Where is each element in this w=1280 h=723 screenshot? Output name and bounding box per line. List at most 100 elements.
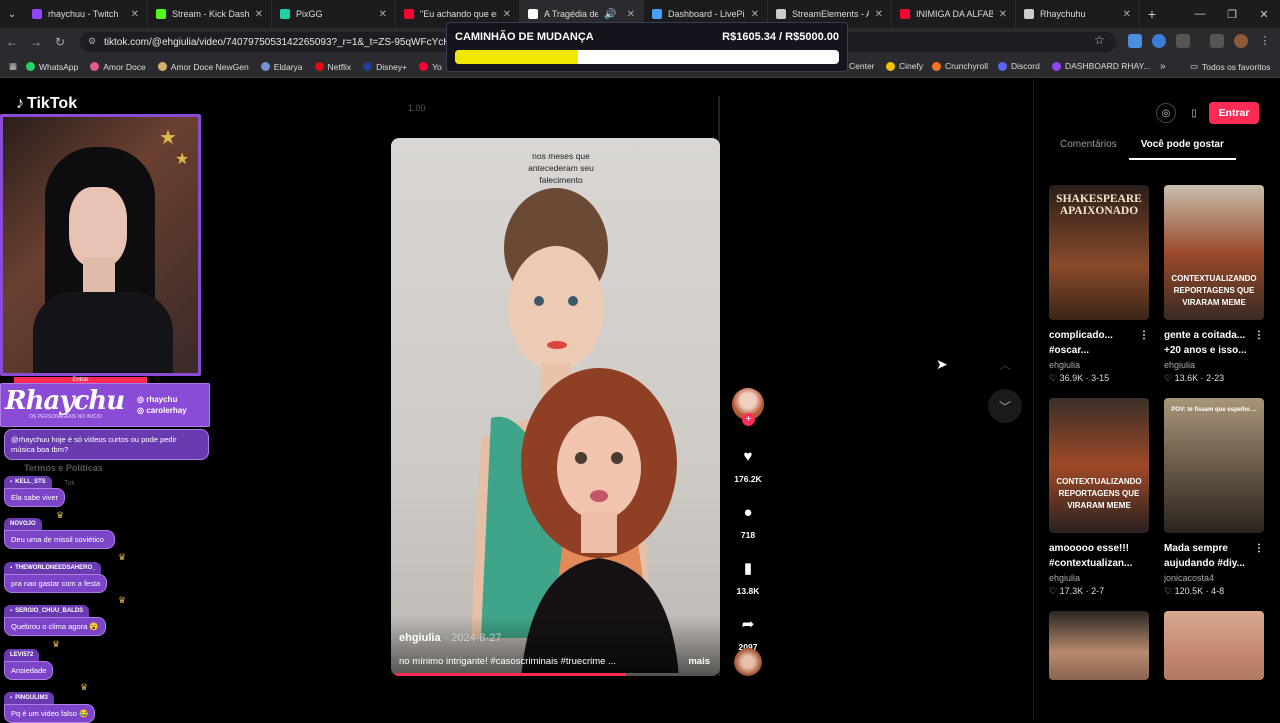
recommendation-card[interactable]: POV: te fissam que espelho ... Mada semp…: [1164, 398, 1264, 597]
bookmark[interactable]: Yo: [419, 62, 442, 72]
close-icon[interactable]: ✕: [627, 9, 635, 20]
chat-message: ▪ THEWORLDNEEDSAHERO_ pra nao gastar com a…: [4, 552, 126, 593]
next-video-icon[interactable]: ﹀: [988, 389, 1022, 423]
card-author[interactable]: jonicacosta4: [1164, 573, 1264, 583]
thumbnail-caption: SHAKESPEARE APAIXONADO: [1056, 193, 1142, 217]
tab[interactable]: Stream - Kick Dashbo ✕: [148, 0, 272, 28]
puzzle-icon[interactable]: [1176, 34, 1190, 48]
bookmark[interactable]: Discord: [998, 61, 1040, 71]
chat-username: ▪ KELL_STS: [4, 476, 52, 488]
tab[interactable]: INIMIGA DA ALFABET ✕: [892, 0, 1016, 28]
recommendation-card[interactable]: CONTEXTUALIZANDO REPORTAGENS QUE VIRARAM…: [1049, 398, 1149, 597]
crown-icon: ♛: [118, 552, 127, 562]
creator-avatar[interactable]: +: [732, 388, 764, 426]
chat-message: ▪ SERGIO_CHUU_BALDS Quebrou o clima agora …: [4, 595, 126, 636]
bookmark[interactable]: Center: [849, 61, 875, 71]
more-options-icon[interactable]: ⋮: [1254, 328, 1264, 358]
bookmark[interactable]: DASHBOARD RHAY...: [1052, 61, 1150, 71]
close-icon[interactable]: ✕: [751, 9, 759, 20]
tab-you-may-like[interactable]: Você pode gostar: [1128, 138, 1236, 160]
bookmark[interactable]: Netflix: [314, 62, 351, 72]
site-info-icon[interactable]: ⚙: [88, 36, 96, 47]
card-author[interactable]: ehgiulia: [1049, 360, 1149, 370]
folder-icon: ▭: [1190, 61, 1199, 71]
card-slides: 2-7: [1091, 586, 1105, 596]
forward-icon[interactable]: →: [24, 28, 48, 56]
media-icon[interactable]: [1210, 34, 1224, 48]
close-icon[interactable]: ✕: [999, 9, 1007, 20]
device-icon[interactable]: ▯: [1184, 103, 1204, 123]
comment-button[interactable]: ● 718: [736, 500, 760, 541]
tab-search-icon[interactable]: ⌄: [0, 0, 24, 28]
bookmark-star-icon[interactable]: ☆: [1094, 33, 1105, 47]
tab-comments[interactable]: Comentários: [1048, 138, 1129, 160]
bookmark[interactable]: Amor Doce: [90, 62, 146, 72]
more-button[interactable]: mais: [688, 656, 710, 667]
bookmarks-overflow-icon[interactable]: »: [1160, 61, 1166, 72]
close-icon[interactable]: ✕: [875, 9, 883, 20]
bookmark[interactable]: Cinefy: [886, 61, 923, 71]
tab[interactable]: Rhaychuhu ✕: [1016, 0, 1140, 28]
new-tab-button[interactable]: +: [1140, 6, 1164, 22]
recommendation-card[interactable]: CONTEXTUALIZANDO REPORTAGENS QUE VIRARAM…: [1164, 185, 1264, 384]
card-slides: 2-23: [1206, 373, 1225, 383]
close-icon[interactable]: ✕: [131, 9, 139, 20]
speaker-icon[interactable]: 🔊: [604, 9, 616, 20]
close-window-icon[interactable]: ✕: [1248, 0, 1280, 28]
extension-icon[interactable]: [1152, 34, 1166, 48]
tab-title: Rhaychuhu: [1040, 9, 1086, 19]
card-author[interactable]: ehgiulia: [1164, 360, 1264, 370]
more-options-icon[interactable]: ⋮: [1254, 541, 1264, 571]
bookmark[interactable]: Crunchyroll: [932, 61, 988, 71]
close-icon[interactable]: ✕: [1123, 9, 1131, 20]
minimize-icon[interactable]: —: [1184, 0, 1216, 28]
tab[interactable]: PixGG ✕: [272, 0, 396, 28]
all-bookmarks[interactable]: ▭ Todos os favoritos: [1190, 61, 1271, 72]
apps-icon[interactable]: ▦: [0, 61, 26, 72]
video-progress-bar[interactable]: [395, 673, 716, 676]
tab[interactable]: rhaychuu - Twitch ✕: [24, 0, 148, 28]
tab-title: INIMIGA DA ALFABET: [916, 9, 993, 19]
bookmark-label: Disney+: [376, 61, 408, 72]
video-thumbnail: [1049, 611, 1149, 680]
compass-icon[interactable]: ◎: [1156, 103, 1176, 123]
chat-message: NOVOJO Deu uma de missil soviético ♛: [4, 510, 115, 549]
recommendation-card[interactable]: [1164, 611, 1264, 680]
chat-text: Ansiedade: [4, 661, 54, 680]
share-button[interactable]: ➦ 2097: [736, 612, 760, 652]
tiktok-logo-text: TikTok: [27, 95, 78, 112]
video-author[interactable]: ehgiulia · 2024-8-27: [399, 632, 501, 644]
recommendation-card[interactable]: [1049, 611, 1149, 680]
profile-avatar-icon[interactable]: [1234, 34, 1248, 48]
tiktok-logo[interactable]: ♪ TikTok: [16, 95, 77, 113]
bookmark[interactable]: Disney+: [363, 62, 407, 72]
star-icon: ★: [175, 151, 190, 168]
save-button[interactable]: ▮ 13.8K: [736, 556, 760, 596]
more-options-icon[interactable]: ⋮: [1139, 328, 1149, 358]
reload-icon[interactable]: ↻: [48, 28, 72, 56]
follow-plus-icon[interactable]: +: [742, 413, 755, 426]
bookmark-label: DASHBOARD RHAY...: [1065, 61, 1151, 71]
close-icon[interactable]: ✕: [503, 9, 511, 20]
card-author[interactable]: ehgiulia: [1049, 573, 1149, 583]
restore-icon[interactable]: ❐: [1216, 0, 1248, 28]
discord-icon: [998, 61, 1007, 71]
close-icon[interactable]: ✕: [255, 9, 263, 20]
like-button[interactable]: ♥ 176.2K: [734, 444, 761, 485]
video-navigation: ︿ ﹀: [988, 347, 1022, 431]
video-player[interactable]: nos meses que antecederam seu faleciment…: [391, 138, 720, 676]
bookmark[interactable]: WhatsApp: [26, 62, 78, 72]
mouse-cursor-icon: ➤: [936, 356, 948, 372]
chat-message: ▪ PINGULIM3 Pq é um video falso 😂 ♛: [4, 682, 96, 723]
music-disc-icon[interactable]: [734, 648, 762, 676]
close-icon[interactable]: ✕: [379, 9, 387, 20]
bookmark[interactable]: Amor Doce NewGen: [157, 62, 249, 72]
previous-video-icon[interactable]: ︿: [988, 347, 1022, 381]
recommendation-card[interactable]: SHAKESPEARE APAIXONADO complicado... #os…: [1049, 185, 1149, 384]
back-icon[interactable]: ←: [0, 28, 24, 56]
heart-icon: ♡: [1049, 586, 1060, 596]
login-button[interactable]: Entrar: [1209, 102, 1259, 124]
bookmark[interactable]: Eldarya: [260, 62, 303, 72]
download-icon[interactable]: [1128, 34, 1142, 48]
menu-icon[interactable]: ⋮: [1258, 34, 1272, 48]
